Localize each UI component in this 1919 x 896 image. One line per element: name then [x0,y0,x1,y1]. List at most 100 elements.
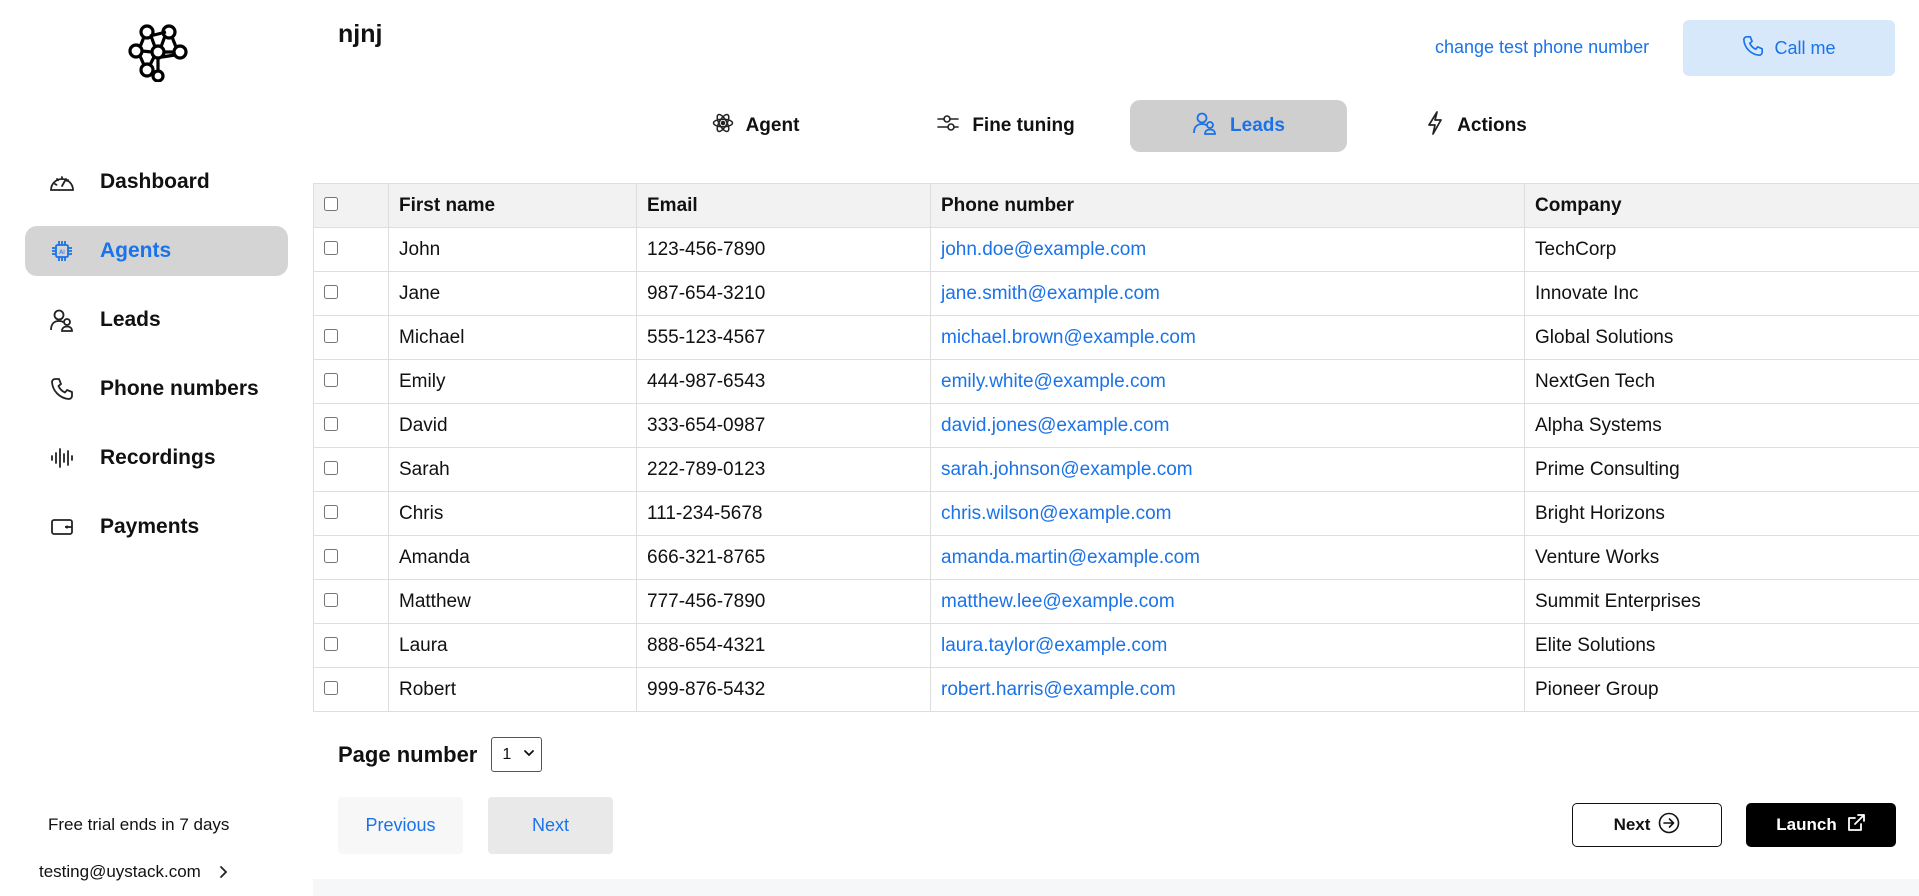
next-step-button[interactable]: Next [1572,803,1722,847]
change-test-phone-link[interactable]: change test phone number [1435,37,1649,58]
cell-phone-number[interactable]: david.jones@example.com [930,403,1525,448]
table-row[interactable]: Laura 888-654-4321 laura.taylor@example.co… [313,623,1919,668]
call-me-label: Call me [1774,37,1836,58]
wallet-icon [47,512,77,542]
cell-email: 111-234-5678 [636,491,931,536]
table-row[interactable]: Emily 444-987-6543 emily.white@example.com… [313,359,1919,404]
row-checkbox[interactable] [324,505,338,520]
table-row[interactable]: Matthew 777-456-7890 matthew.lee@example.c… [313,579,1919,624]
cell-phone-number[interactable]: robert.harris@example.com [930,667,1525,712]
table-row[interactable]: John 123-456-7890 john.doe@example.com Tech… [313,227,1919,272]
table-row[interactable]: Chris 111-234-5678 chris.wilson@example.co… [313,491,1919,536]
sidebar-nav: Dashboard AI Agents Leads Phone numbers … [25,157,288,571]
tab-agent[interactable]: Agent [683,100,828,152]
tab-fine-tuning[interactable]: Fine tuning [913,100,1098,152]
sidebar-item-dashboard[interactable]: Dashboard [25,157,288,207]
cell-company: Alpha Systems [1524,403,1919,448]
page-number-label: Page number [338,741,478,767]
launch-button[interactable]: Launch [1746,803,1896,847]
cell-phone-number[interactable]: amanda.martin@example.com [930,535,1525,580]
cell-company: NextGen Tech [1524,359,1919,404]
table-row[interactable]: David 333-654-0987 david.jones@example.com… [313,403,1919,448]
previous-page-button[interactable]: Previous [338,797,463,854]
column-header[interactable]: Email [636,183,931,228]
cell-first-name: Emily [388,359,637,404]
column-header[interactable]: First name [388,183,637,228]
next-page-button[interactable]: Next [488,797,613,854]
page-title: njnj [338,20,383,48]
select-all-checkbox[interactable] [324,197,338,212]
cell-email: 666-321-8765 [636,535,931,580]
agent-tabs: Agent Fine tuning Leads Actions [313,100,1919,152]
cell-phone-number[interactable]: michael.brown@example.com [930,315,1525,360]
table-row[interactable]: Michael 555-123-4567 michael.brown@example… [313,315,1919,360]
sidebar-item-label: Agents [100,239,172,262]
cell-first-name: Sarah [388,447,637,492]
main-content: njnj change test phone number Call me Ag… [313,0,1919,896]
cell-phone-number[interactable]: chris.wilson@example.com [930,491,1525,536]
row-checkbox[interactable] [324,461,338,476]
table-row[interactable]: Robert 999-876-5432 robert.harris@example.… [313,667,1919,712]
cell-first-name: Amanda [388,535,637,580]
row-checkbox[interactable] [324,681,338,696]
sidebar-item-recordings[interactable]: Recordings [25,433,288,483]
row-checkbox[interactable] [324,241,338,256]
sidebar-item-agents[interactable]: AI Agents [25,226,288,276]
phone-icon [1742,35,1774,62]
cell-company: Elite Solutions [1524,623,1919,668]
row-checkbox[interactable] [324,637,338,652]
account-email: testing@uystack.com [39,862,201,881]
cell-email: 999-876-5432 [636,667,931,712]
sliders-icon [936,113,972,139]
table-row[interactable]: Amanda 666-321-8765 amanda.martin@example.… [313,535,1919,580]
logo-icon[interactable] [128,22,188,83]
sidebar: Dashboard AI Agents Leads Phone numbers … [0,0,313,896]
cell-phone-number[interactable]: emily.white@example.com [930,359,1525,404]
sidebar-item-payments[interactable]: Payments [25,502,288,552]
cell-phone-number[interactable]: jane.smith@example.com [930,271,1525,316]
page-number-select[interactable]: 1 [491,737,543,772]
cell-email: 333-654-0987 [636,403,931,448]
tab-label: Actions [1457,115,1527,136]
chevron-down-icon [523,746,535,764]
sidebar-item-label: Phone numbers [100,377,259,400]
cell-company: Summit Enterprises [1524,579,1919,624]
cell-company: Venture Works [1524,535,1919,580]
row-checkbox[interactable] [324,593,338,608]
tab-actions[interactable]: Actions [1411,100,1541,152]
sidebar-item-label: Leads [100,308,161,331]
row-checkbox[interactable] [324,373,338,388]
column-header[interactable]: Company [1524,183,1919,228]
row-checkbox[interactable] [324,285,338,300]
tab-leads[interactable]: Leads [1130,100,1347,152]
gauge-icon [47,167,77,197]
chevron-right-icon [215,864,231,880]
table-row[interactable]: Sarah 222-789-0123 sarah.johnson@example.c… [313,447,1919,492]
cell-first-name: Jane [388,271,637,316]
cell-company: Global Solutions [1524,315,1919,360]
row-checkbox[interactable] [324,549,338,564]
sidebar-item-label: Payments [100,515,200,538]
row-checkbox[interactable] [324,417,338,432]
tab-label: Agent [745,115,800,136]
svg-text:AI: AI [59,249,65,256]
cell-first-name: Chris [388,491,637,536]
tab-label: Fine tuning [972,115,1075,136]
row-checkbox[interactable] [324,329,338,344]
sidebar-item-leads[interactable]: Leads [25,295,288,345]
cell-email: 222-789-0123 [636,447,931,492]
select-all-cell [313,183,389,228]
call-me-button[interactable]: Call me [1683,20,1895,76]
cell-first-name: Matthew [388,579,637,624]
account-menu[interactable]: testing@uystack.com [39,862,231,882]
cell-email: 987-654-3210 [636,271,931,316]
sidebar-item-phone-numbers[interactable]: Phone numbers [25,364,288,414]
cell-phone-number[interactable]: sarah.johnson@example.com [930,447,1525,492]
cell-first-name: Laura [388,623,637,668]
cell-phone-number[interactable]: john.doe@example.com [930,227,1525,272]
tab-label: Leads [1230,115,1285,136]
cell-phone-number[interactable]: laura.taylor@example.com [930,623,1525,668]
table-row[interactable]: Jane 987-654-3210 jane.smith@example.com In… [313,271,1919,316]
cell-phone-number[interactable]: matthew.lee@example.com [930,579,1525,624]
column-header[interactable]: Phone number [930,183,1525,228]
